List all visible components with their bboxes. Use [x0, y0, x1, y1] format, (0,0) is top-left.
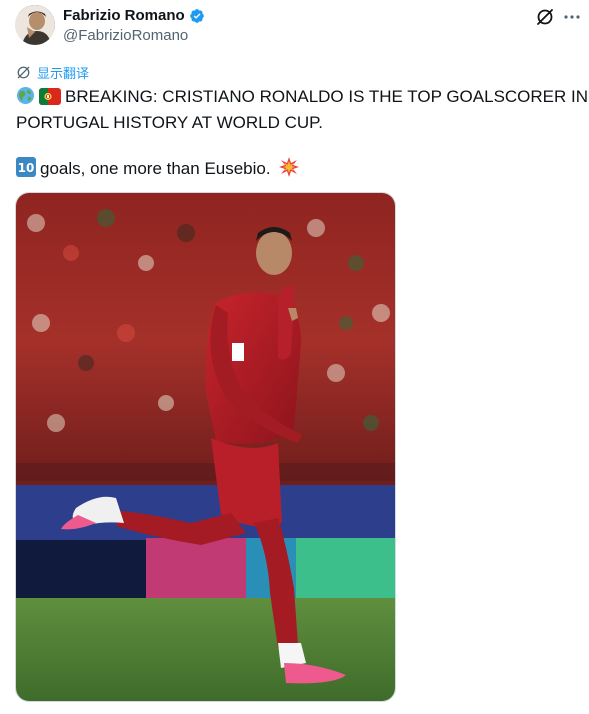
author-name-label[interactable]: Fabrizio Romano — [63, 7, 185, 24]
svg-text:10: 10 — [18, 161, 35, 175]
grok-icon[interactable] — [535, 7, 555, 27]
tweet-line-3-text: goals, one more than Eusebio. — [40, 159, 271, 178]
tweet-text: BREAKING: CRISTIANO RONALDO IS THE TOP G… — [16, 85, 588, 183]
author-handle[interactable]: @FabrizioRomano — [63, 27, 188, 44]
tweet-photo[interactable] — [15, 192, 396, 702]
tweet-line-3: 10 goals, one more than Eusebio. — [16, 157, 576, 183]
author-name[interactable]: Fabrizio Romano — [63, 7, 205, 24]
portugal-flag-icon — [39, 88, 61, 111]
globe-translate-icon — [16, 65, 31, 80]
show-translation-link[interactable]: 显示翻译 — [16, 63, 89, 82]
show-translation-label[interactable]: 显示翻译 — [37, 63, 89, 82]
tweet-line-1: BREAKING: CRISTIANO RONALDO IS THE TOP G… — [16, 85, 588, 111]
more-icon[interactable] — [562, 7, 582, 27]
tweet: Fabrizio Romano @FabrizioRomano 显示翻译 BRE… — [0, 0, 589, 714]
keycap-10-icon: 10 — [16, 157, 36, 183]
tweet-line-1-text: BREAKING: CRISTIANO RONALDO IS THE TOP G… — [65, 87, 589, 106]
tweet-line-2: PORTUGAL HISTORY AT WORLD CUP. — [16, 113, 324, 132]
avatar[interactable] — [15, 5, 55, 45]
verified-badge-icon — [189, 8, 205, 24]
collision-emoji-icon — [279, 157, 300, 183]
globe-emoji-icon — [16, 86, 35, 111]
